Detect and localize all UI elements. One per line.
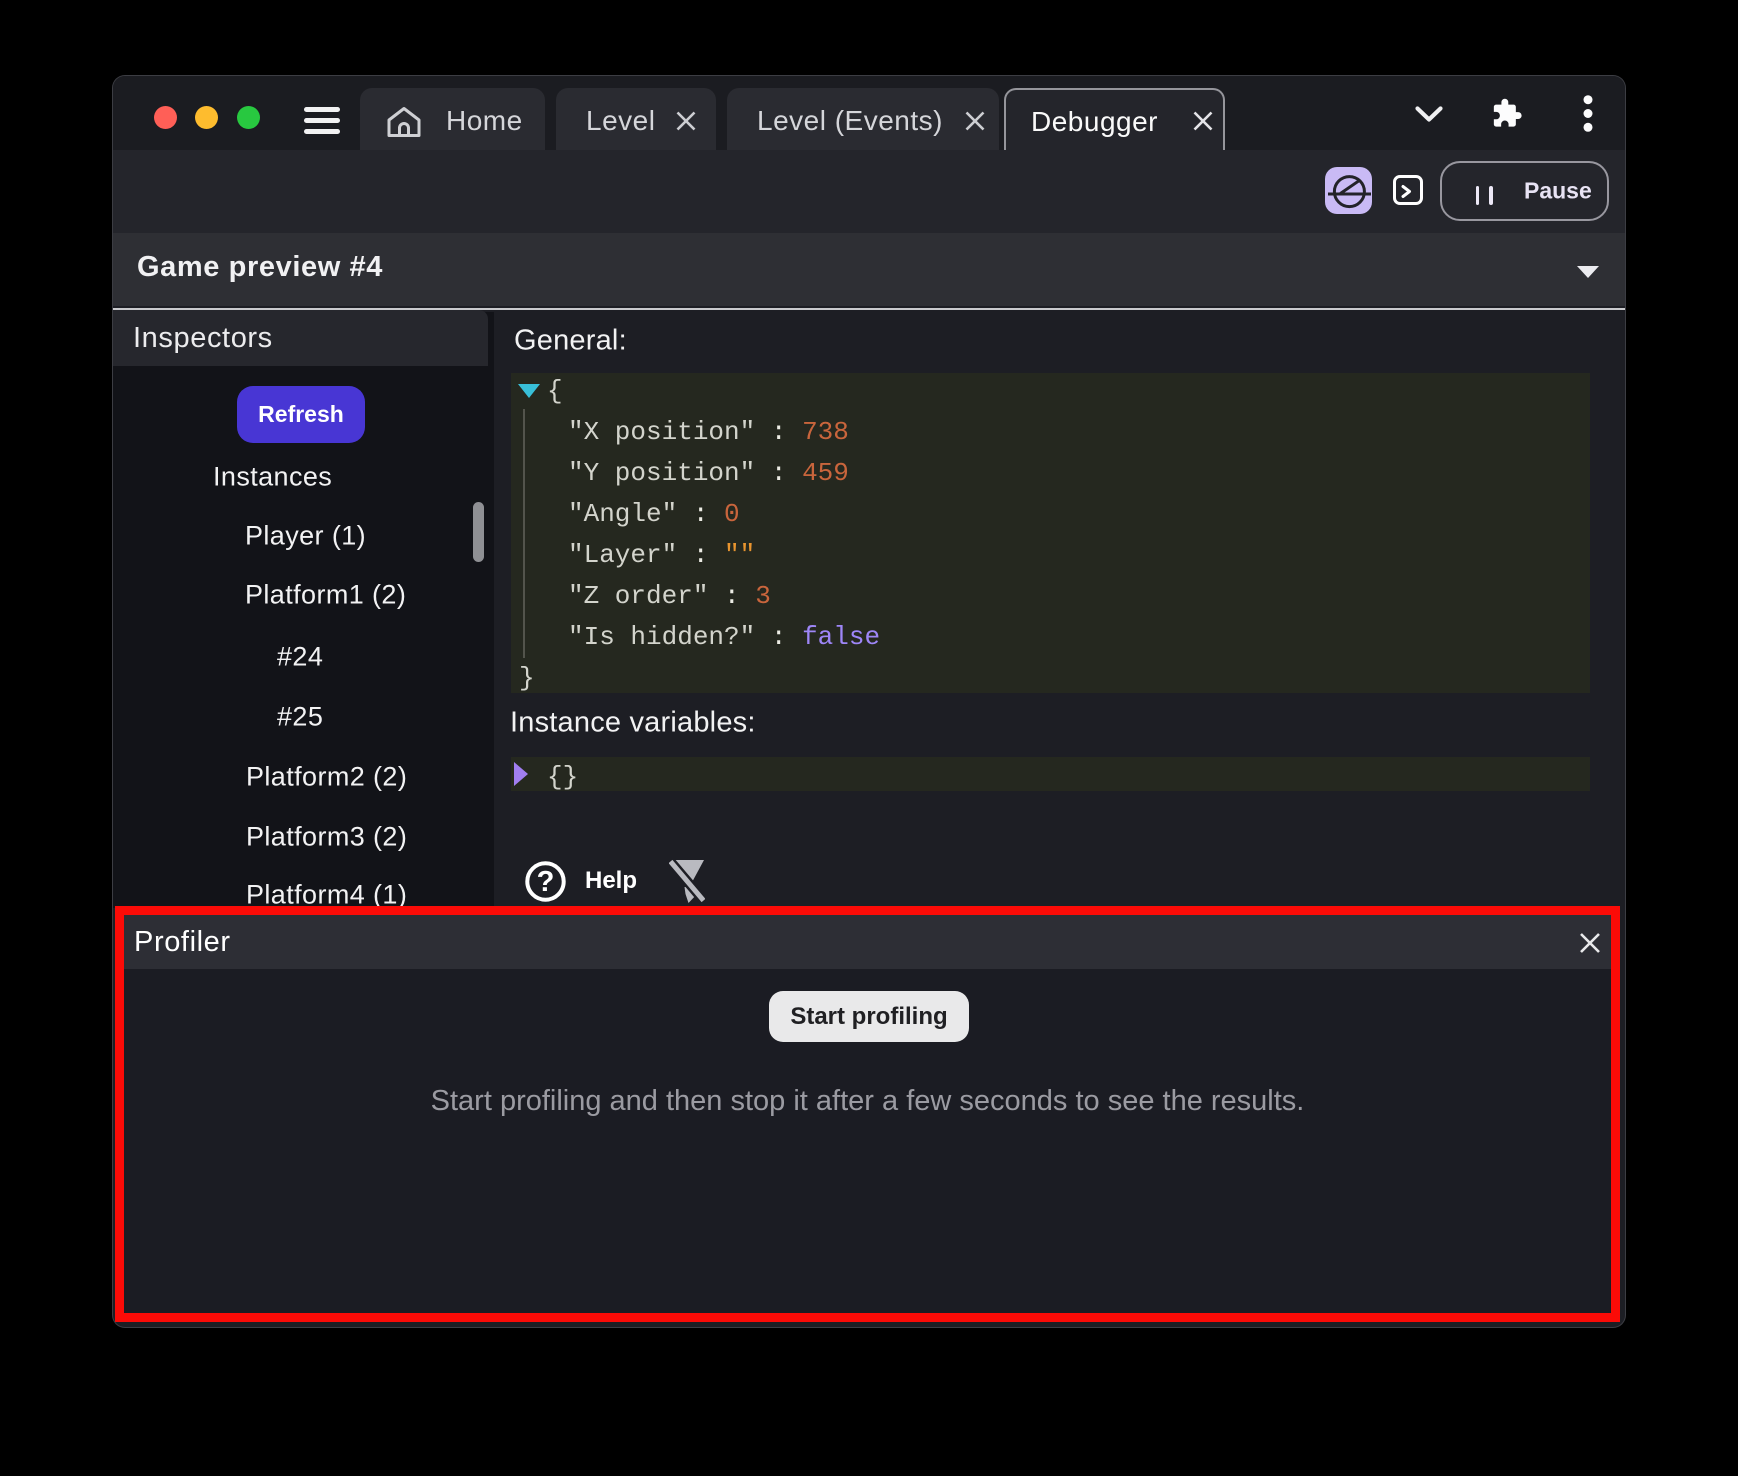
svg-text:?: ? bbox=[537, 866, 555, 898]
